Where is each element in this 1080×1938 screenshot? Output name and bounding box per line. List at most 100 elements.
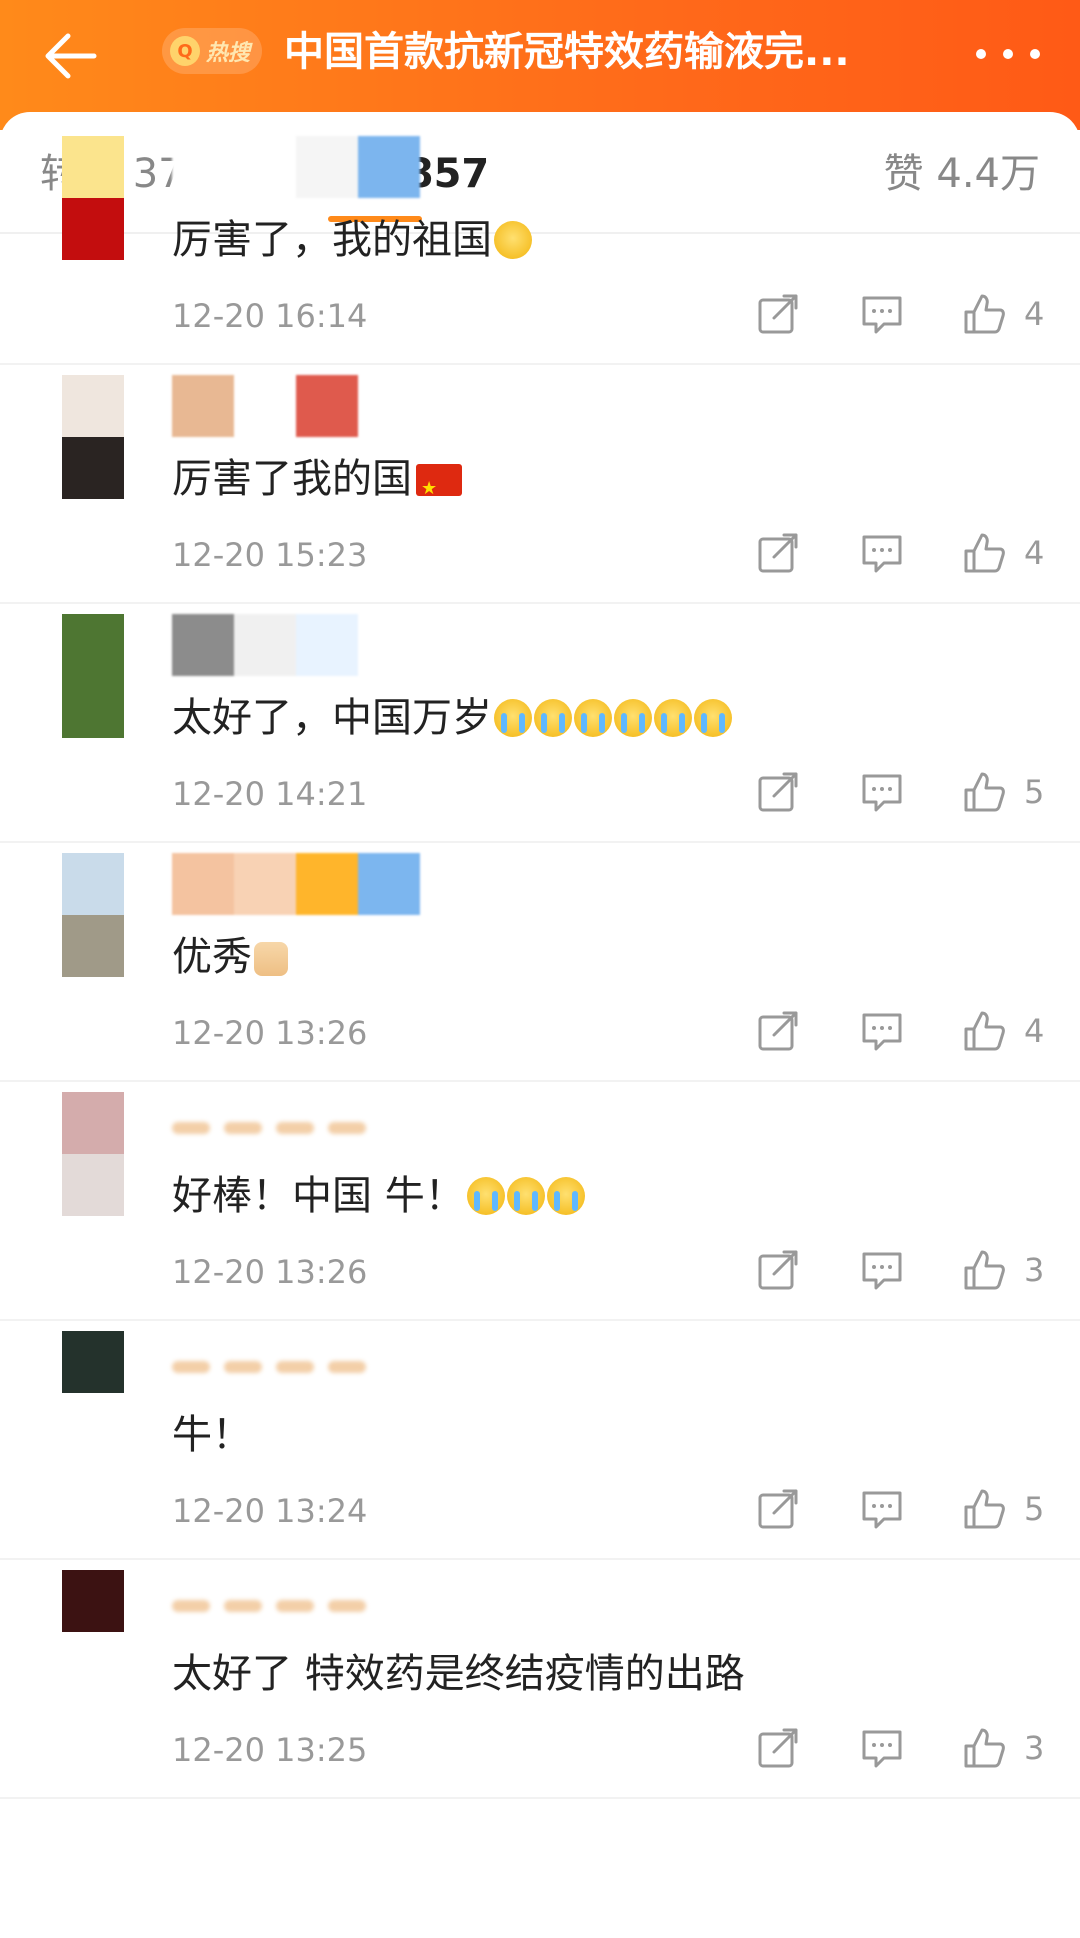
redaction-block bbox=[328, 1600, 366, 1612]
thumbs-up-icon bbox=[964, 772, 1005, 812]
share-button[interactable] bbox=[756, 1009, 800, 1053]
redaction-block bbox=[276, 1361, 314, 1373]
comment-row[interactable]: 好棒！中国 牛！ 12-20 13:26 3 bbox=[0, 1080, 1080, 1321]
reply-button[interactable] bbox=[860, 1009, 904, 1053]
comment-row[interactable]: 厉害了，我的祖国 12-20 16:14 4 bbox=[0, 124, 1080, 365]
back-button[interactable] bbox=[40, 26, 100, 86]
share-icon bbox=[758, 1489, 798, 1529]
like-button[interactable] bbox=[962, 1009, 1006, 1053]
share-button[interactable] bbox=[756, 1726, 800, 1770]
comment-bubble-icon bbox=[862, 1730, 902, 1768]
more-dot bbox=[1030, 49, 1040, 59]
redaction-block bbox=[234, 853, 296, 915]
redaction-block bbox=[328, 1122, 366, 1134]
like-count: 4 bbox=[1024, 295, 1045, 333]
share-icon bbox=[758, 1011, 798, 1051]
share-button[interactable] bbox=[756, 531, 800, 575]
more-dots-icon bbox=[976, 49, 986, 59]
redaction-block bbox=[296, 375, 358, 437]
avatar-bottom bbox=[62, 1632, 124, 1694]
comment-timestamp: 12-20 16:14 bbox=[172, 297, 368, 335]
username-redacted bbox=[172, 375, 358, 437]
like-button[interactable] bbox=[962, 1248, 1006, 1292]
reply-button[interactable] bbox=[860, 770, 904, 814]
comment-text: 牛！ bbox=[172, 1407, 252, 1463]
share-button[interactable] bbox=[756, 292, 800, 336]
thumbs-up-icon bbox=[964, 1011, 1005, 1051]
comment-body: 太好了，中国万岁 bbox=[172, 695, 492, 741]
avatar[interactable] bbox=[62, 1331, 124, 1455]
comment-bubble-icon bbox=[862, 535, 902, 573]
redaction-block bbox=[172, 1600, 210, 1612]
comment-text: 太好了，中国万岁 bbox=[172, 690, 732, 746]
avatar-bottom bbox=[62, 198, 124, 260]
comments-panel: 转发 3726 评论 2857 赞 4.4万 厉害了，我的祖国12-20 16:… bbox=[0, 112, 1080, 1938]
like-button[interactable] bbox=[962, 531, 1006, 575]
comment-row[interactable]: 太好了，中国万岁 12-20 14:21 5 bbox=[0, 602, 1080, 843]
redaction-block bbox=[224, 1600, 262, 1612]
avatar-top bbox=[62, 1331, 124, 1393]
comment-body: 优秀 bbox=[172, 934, 252, 980]
reply-button[interactable] bbox=[860, 1726, 904, 1770]
like-button[interactable] bbox=[962, 1726, 1006, 1770]
china-flag-icon bbox=[416, 461, 462, 517]
thumbs-up-icon bbox=[964, 1489, 1005, 1529]
comment-timestamp: 12-20 15:23 bbox=[172, 536, 368, 574]
avatar[interactable] bbox=[62, 1092, 124, 1216]
face-icon bbox=[494, 221, 532, 259]
arrow-left-icon bbox=[45, 33, 97, 79]
username-redacted bbox=[172, 614, 358, 676]
share-icon bbox=[758, 533, 798, 573]
avatar[interactable] bbox=[62, 136, 124, 260]
comment-row[interactable]: 优秀 12-20 13:26 4 bbox=[0, 841, 1080, 1082]
thumbs-up-icon bbox=[964, 1728, 1005, 1768]
reply-button[interactable] bbox=[860, 292, 904, 336]
redaction-block bbox=[224, 1122, 262, 1134]
avatar[interactable] bbox=[62, 1570, 124, 1694]
redaction-block bbox=[276, 1600, 314, 1612]
redaction-block bbox=[224, 1361, 262, 1373]
hot-search-badge[interactable]: Q 热搜 bbox=[162, 28, 262, 74]
hot-search-label: 热搜 bbox=[206, 41, 251, 66]
more-button[interactable] bbox=[976, 44, 1040, 64]
more-dot bbox=[1003, 49, 1013, 59]
redaction-block bbox=[172, 614, 234, 676]
comment-text: 好棒！中国 牛！ bbox=[172, 1168, 585, 1224]
share-button[interactable] bbox=[756, 1248, 800, 1292]
comment-text: 优秀 bbox=[172, 929, 288, 985]
reply-button[interactable] bbox=[860, 1248, 904, 1292]
comment-bubble-icon bbox=[862, 1491, 902, 1529]
reply-button[interactable] bbox=[860, 531, 904, 575]
comment-body: 太好了 特效药是终结疫情的出路 bbox=[172, 1651, 745, 1697]
redaction-block bbox=[296, 136, 358, 198]
avatar[interactable] bbox=[62, 375, 124, 499]
redaction-block bbox=[172, 1122, 210, 1134]
avatar[interactable] bbox=[62, 614, 124, 738]
like-button[interactable] bbox=[962, 770, 1006, 814]
like-button[interactable] bbox=[962, 292, 1006, 336]
avatar-top bbox=[62, 853, 124, 915]
thumbs-up-icon bbox=[964, 1250, 1005, 1290]
share-button[interactable] bbox=[756, 1487, 800, 1531]
comment-row[interactable]: 厉害了我的国 12-20 15:23 4 bbox=[0, 363, 1080, 604]
crying-face-icon bbox=[466, 1177, 505, 1215]
reply-button[interactable] bbox=[860, 1487, 904, 1531]
redaction-block bbox=[172, 136, 234, 198]
comment-timestamp: 12-20 14:21 bbox=[172, 775, 368, 813]
avatar[interactable] bbox=[62, 853, 124, 977]
share-button[interactable] bbox=[756, 770, 800, 814]
thumbs-up-icon bbox=[964, 533, 1005, 573]
comment-timestamp: 12-20 13:26 bbox=[172, 1014, 368, 1052]
comment-timestamp: 12-20 13:25 bbox=[172, 1731, 368, 1769]
crying-face-icon bbox=[506, 1177, 545, 1215]
redaction-block bbox=[172, 853, 234, 915]
comment-text: 太好了 特效药是终结疫情的出路 bbox=[172, 1646, 745, 1702]
comment-bubble-icon bbox=[862, 1252, 902, 1290]
redaction-block bbox=[358, 136, 420, 198]
username-redacted bbox=[172, 853, 420, 915]
comment-row[interactable]: 太好了 特效药是终结疫情的出路 12-20 13:25 3 bbox=[0, 1558, 1080, 1799]
like-button[interactable] bbox=[962, 1487, 1006, 1531]
comment-row[interactable]: 牛！ 12-20 13:24 5 bbox=[0, 1319, 1080, 1560]
redaction-block bbox=[172, 1361, 210, 1373]
thumbs-up-icon bbox=[254, 942, 288, 976]
